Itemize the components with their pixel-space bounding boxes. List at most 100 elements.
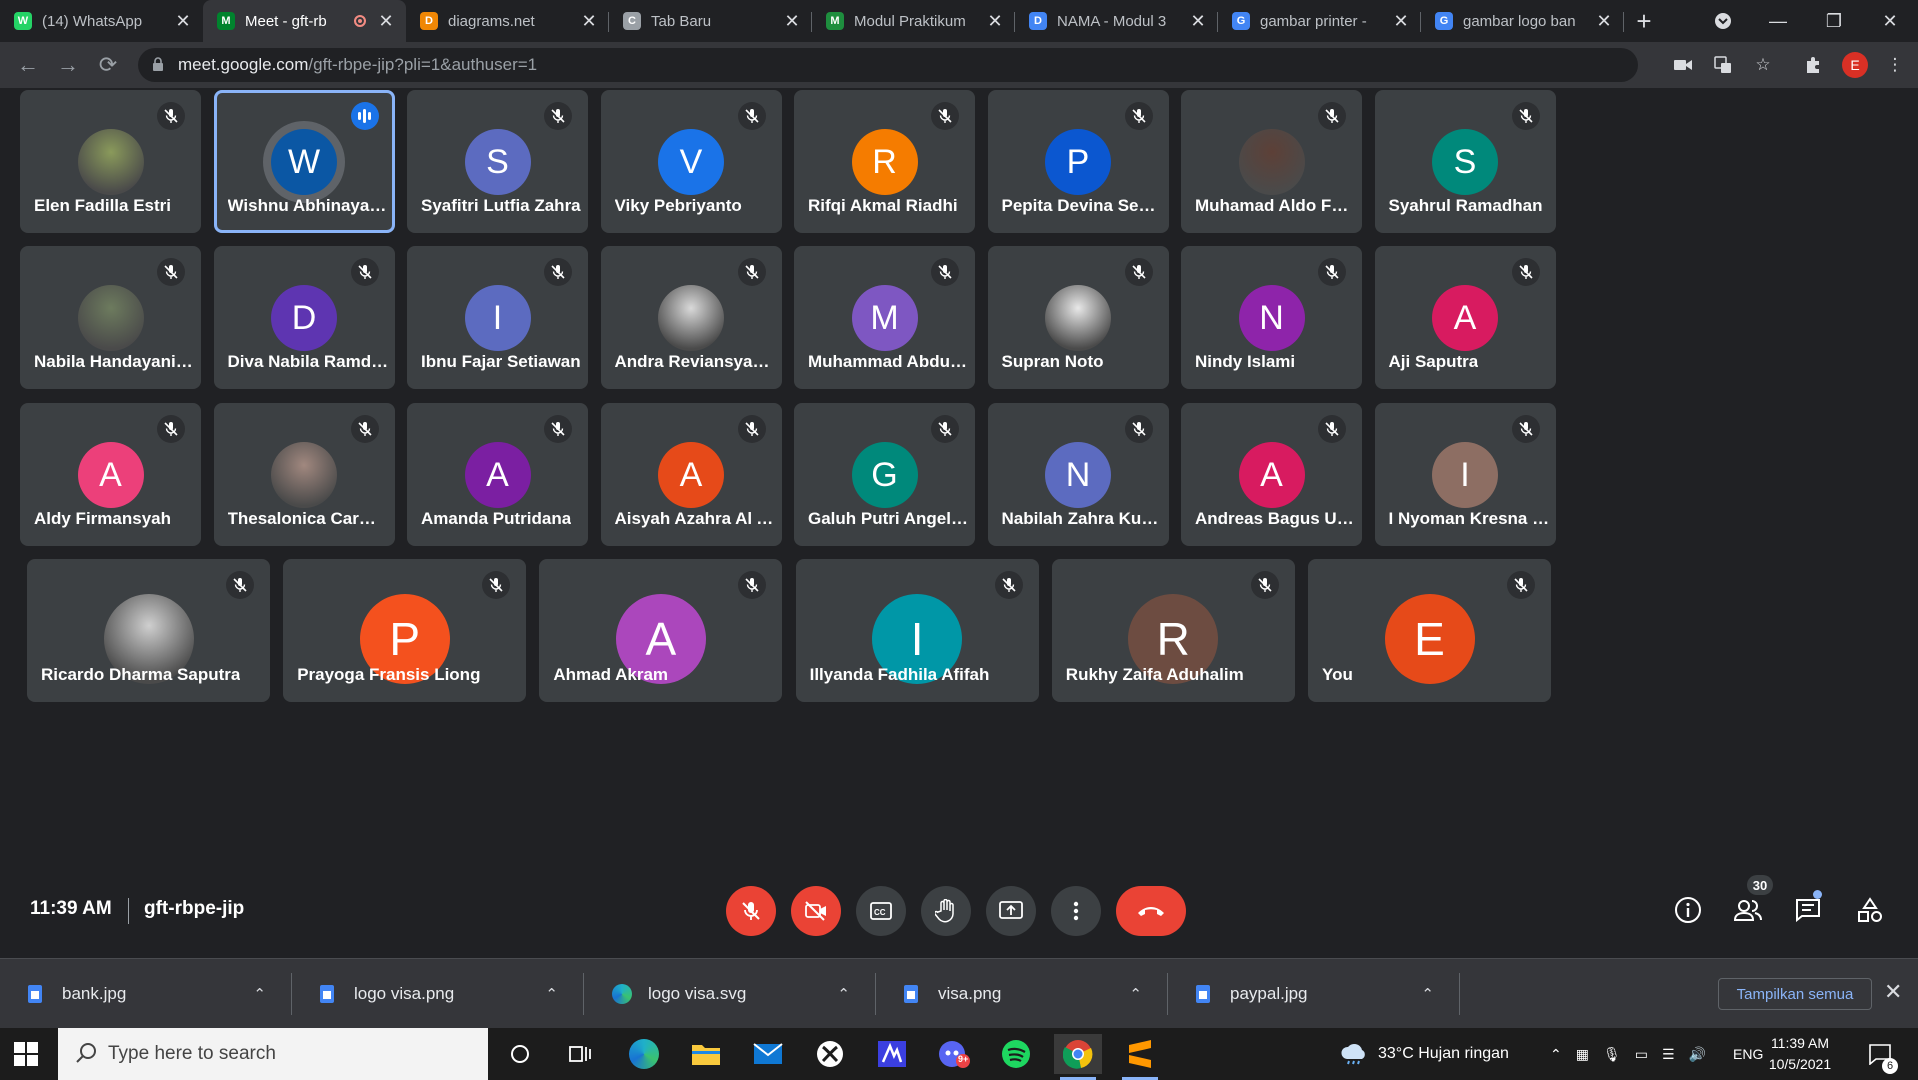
participant-tile[interactable]: E You [1308,559,1551,702]
chevron-up-icon[interactable]: ⌃ [1421,985,1434,1003]
browser-tab[interactable]: Ddiagrams.net ✕ [406,0,609,42]
participant-tile[interactable]: Nabila Handayani Bete [20,246,201,389]
download-item[interactable]: visa.png ⌃ [876,959,1168,1029]
new-tab-button[interactable]: + [1624,0,1664,42]
participant-tile[interactable]: A Amanda Putridana [407,403,588,546]
reload-icon[interactable]: ⟳ [88,47,128,83]
browser-tab[interactable]: D NAMA - Modul 3 ✕ [1015,0,1218,42]
notification-center-icon[interactable]: 6 [1868,1028,1898,1080]
download-item[interactable]: bank.jpg ⌃ [0,959,292,1029]
profile-avatar[interactable]: E [1842,52,1868,78]
menu-icon[interactable]: ⋮ [1880,50,1910,80]
device-icon[interactable]: ▦ [1576,1046,1589,1063]
participant-tile[interactable]: R Rukhy Zaifa Aduhalim [1051,559,1295,702]
close-tab-icon[interactable]: ✕ [173,11,193,32]
browser-tab[interactable]: C Tab Baru ✕ [609,0,812,42]
participant-tile[interactable]: Muhamad Aldo Ferna... [1181,90,1362,233]
extensions-icon[interactable] [1798,50,1828,80]
mail-icon[interactable] [744,1034,792,1074]
address-bar[interactable]: meet.google.com/gft-rbpe-jip?pli=1&authu… [138,48,1638,82]
participant-tile[interactable]: WWishnu Abhinaya Sul... [213,90,395,233]
chevron-up-icon[interactable]: ⌃ [253,985,266,1003]
windows-start-icon[interactable] [14,1042,38,1066]
participant-tile[interactable]: P Pepita Devina Septhin [987,90,1169,233]
participant-tile[interactable]: N Nindy Islami [1181,246,1362,389]
camera-icon[interactable] [1668,50,1698,80]
download-item[interactable]: logo visa.png ⌃ [292,959,584,1029]
people-button[interactable] [1730,892,1766,928]
cortana-icon[interactable] [496,1034,544,1074]
participant-tile[interactable]: A Aldy Firmansyah [20,403,201,546]
browser-tab[interactable]: Ggambar logo ban ✕ [1421,0,1624,42]
show-all-downloads-button[interactable]: Tampilkan semua [1718,978,1872,1010]
sublime-text-icon[interactable] [1116,1034,1164,1080]
mic-off-button[interactable] [726,886,776,936]
participant-tile[interactable]: I Ibnu Fajar Setiawan [407,246,588,389]
battery-icon[interactable]: ▭ [1635,1046,1648,1063]
vscode-like-app-icon[interactable] [868,1034,916,1074]
translate-icon[interactable] [1708,50,1738,80]
taskbar-search-box[interactable]: Type here to search [58,1028,488,1080]
chevron-up-icon[interactable]: ⌃ [837,985,850,1003]
browser-tab[interactable]: W (14) WhatsApp ✕ [0,0,203,42]
restore-icon[interactable]: ❐ [1806,0,1862,42]
chevron-up-icon[interactable]: ⌃ [545,985,558,1003]
xbox-icon[interactable] [806,1034,854,1074]
more-options-button[interactable] [1051,886,1101,936]
chevron-up-icon[interactable]: ⌃ [1129,985,1142,1003]
browser-tab[interactable]: M Meet - gft-rb ✕ [203,0,406,42]
tab-search-icon[interactable] [1695,0,1751,42]
minimize-icon[interactable]: — [1750,0,1806,42]
close-window-icon[interactable]: ✕ [1862,0,1918,42]
chrome-icon[interactable] [1054,1034,1102,1080]
meeting-details-button[interactable] [1670,892,1706,928]
participant-tile[interactable]: AAndreas Bagus Upo A... [1181,403,1362,546]
participant-tile[interactable]: D Diva Nabila Ramdani [213,246,395,389]
participant-tile[interactable]: V Viky Pebriyanto [600,90,782,233]
participant-tile[interactable]: A Ahmad Akram [539,559,783,702]
leave-call-button[interactable] [1116,886,1186,936]
participant-tile[interactable]: Thesalonica Carmeni... [213,403,395,546]
close-tab-icon[interactable]: ✕ [1188,11,1208,32]
spotify-icon[interactable] [992,1034,1040,1074]
file-explorer-icon[interactable] [682,1034,730,1074]
task-view-icon[interactable] [556,1034,604,1074]
close-tab-icon[interactable]: ✕ [1391,11,1411,32]
camera-off-button[interactable] [791,886,841,936]
participant-tile[interactable]: Supran Noto [987,246,1169,389]
participant-tile[interactable]: I Illyanda Fadhila Afifah [795,559,1039,702]
browser-tab[interactable]: Ggambar printer - ✕ [1218,0,1421,42]
download-item[interactable]: logo visa.svg ⌃ [584,959,876,1029]
close-tab-icon[interactable]: ✕ [985,11,1005,32]
activities-button[interactable] [1852,892,1888,928]
participant-tile[interactable]: AAisyah Azahra Al Am... [600,403,782,546]
chevron-up-icon[interactable]: ⌃ [1550,1046,1562,1063]
participant-tile[interactable]: S Syahrul Ramadhan [1374,90,1556,233]
participant-tile[interactable]: G Galuh Putri Angelina [794,403,975,546]
wifi-icon[interactable]: ☰ [1662,1046,1675,1063]
participant-tile[interactable]: P Prayoga Fransis Liong [283,559,527,702]
weather-widget[interactable]: 33°C Hujan ringan [1340,1028,1509,1080]
language-indicator[interactable]: ENG [1733,1028,1763,1080]
participant-tile[interactable]: NNabilah Zahra Kusuma [987,403,1169,546]
discord-icon[interactable]: 9+ [930,1034,978,1074]
download-item[interactable]: paypal.jpg ⌃ [1168,959,1460,1029]
captions-button[interactable]: CC [856,886,906,936]
raise-hand-button[interactable] [921,886,971,936]
participant-tile[interactable]: II Nyoman Kresna Har... [1374,403,1556,546]
back-icon[interactable]: ← [8,47,48,83]
forward-icon[interactable]: → [48,47,88,83]
close-tab-icon[interactable]: ✕ [782,11,802,32]
chat-button[interactable] [1790,892,1826,928]
close-tab-icon[interactable]: ✕ [579,11,599,32]
participant-tile[interactable]: A Aji Saputra [1374,246,1556,389]
microphone-icon[interactable]: 🎙 [1603,1046,1621,1063]
close-downloads-icon[interactable]: ✕ [1884,979,1902,1005]
participant-tile[interactable]: MMuhammad Abdullah... [794,246,975,389]
participant-tile[interactable]: Elen Fadilla Estri [20,90,201,233]
volume-icon[interactable]: 🔊 [1689,1046,1706,1063]
participant-tile[interactable]: Andra Reviansyah Ma... [600,246,782,389]
participant-tile[interactable]: Ricardo Dharma Saputra [27,559,270,702]
participant-tile[interactable]: S Syafitri Lutfia Zahra [407,90,588,233]
bookmark-star-icon[interactable]: ☆ [1748,50,1778,80]
